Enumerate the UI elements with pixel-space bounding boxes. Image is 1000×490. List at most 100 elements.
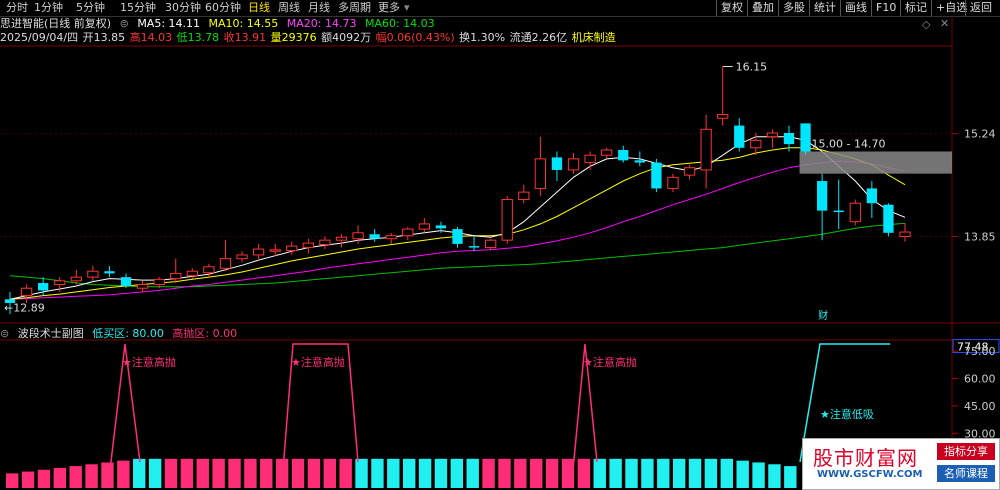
sub-bar [434,458,448,488]
sub-bar [482,458,495,488]
candle-down [816,181,828,211]
sub-bar [609,458,622,488]
watermark-url: WWW.GSCFW.COM [817,469,923,480]
price-label: 13.85 [964,230,996,243]
signal-annotation: ★注意高抛 [291,355,345,369]
sub-bar [387,458,400,488]
watermark-tag1: 指标分享 [937,443,995,460]
sub-bar [498,458,511,488]
candle-up [87,270,99,278]
sub-bar [85,464,98,488]
sub-bar [530,458,543,488]
sub-bar [545,458,559,488]
sub-tick-label: 75.00 [964,345,996,358]
candle-up [518,191,530,201]
sub-bar [514,458,527,488]
candle-up [20,287,33,297]
candle-up [501,199,513,241]
sub-bar [736,460,749,488]
sub-bar [657,458,670,488]
candle-down [618,150,629,161]
high-label: 16.15 [736,60,768,73]
candle-up [534,158,547,189]
sub-bar [180,458,194,488]
candle-up [203,266,215,274]
sub-bar [561,458,575,488]
candle-up [717,114,729,119]
ma5-line [9,136,906,300]
sub-bar [117,460,130,488]
candle-up [219,258,232,269]
candle-up [601,149,613,156]
candle-up [170,272,182,280]
sub-bar [37,469,51,488]
candle-down [734,125,745,148]
candle-up [335,236,348,241]
sub-bar [355,458,368,488]
candle-up [849,202,861,223]
candle-down [435,225,447,229]
candle-up [286,245,298,252]
candle-up [750,139,762,149]
candle-up [418,223,430,230]
candle-up [186,270,198,277]
signal-annotation: ★注意高抛 [583,355,637,369]
candle-up [683,167,696,176]
candle-down [120,277,132,286]
sub-bar [752,462,765,488]
sub-bar [593,458,606,488]
sub-bar [672,458,686,488]
sub-bar [720,458,733,488]
sub-bar [577,458,591,488]
sub-bar [784,466,797,488]
sub-bar [164,458,178,488]
event-marker: 财 [818,309,828,322]
low-label: ←12.89 [4,301,45,314]
candle-down [783,133,795,145]
candle-up [236,254,248,260]
candle-down [866,188,877,204]
sub-bar [101,462,114,488]
sub-bar [244,458,257,488]
price-label: 15.24 [964,128,996,141]
candle-down [104,271,115,274]
sub-bar [212,458,225,488]
sub-bar [704,458,718,488]
candle-up [700,128,712,171]
candle-down [651,162,662,189]
signal-annotation: ★注意低吸 [820,407,874,421]
sub-bar [133,458,146,488]
candle-up [485,239,497,249]
sub-bar [148,458,162,488]
range-box [799,151,952,174]
sub-bar [69,466,82,488]
candle-up [766,132,779,138]
candle-down [38,283,49,291]
sub-bar [21,471,35,488]
sub-bar [371,458,384,488]
sub-bar [641,458,654,488]
range-label: 15.00 - 14.70 [812,137,886,150]
candle-down [551,157,563,170]
watermark-brand: 股市财富网 [813,446,918,470]
candle-up [402,228,414,237]
candle-up [319,239,331,246]
sub-tick-label: 45.00 [964,400,996,413]
candle-up [269,249,281,252]
candle-up [54,280,66,286]
sub-bar [339,458,352,488]
sub-bar [323,458,336,488]
candle-up [567,158,580,171]
sub-bar [403,458,416,488]
sub-bar [53,467,67,488]
candle-up [899,231,911,237]
sub-bar [196,458,209,488]
candle-up [136,284,149,289]
candle-down [800,123,811,152]
candle-down [468,246,480,248]
ma10-line [9,147,906,300]
chart-canvas: 15.2413.8515.00 - 14.7016.15←12.89财77.48… [0,16,1000,490]
sub-bar [260,458,273,488]
candle-up [302,242,314,249]
sub-bar [466,458,479,488]
